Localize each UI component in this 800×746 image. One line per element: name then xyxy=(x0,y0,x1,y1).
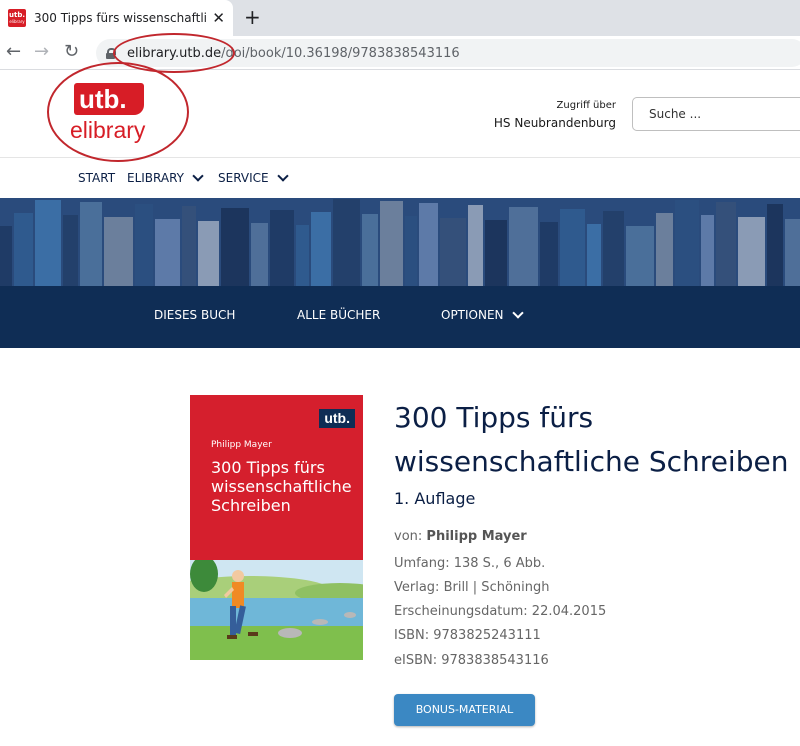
book-spine xyxy=(135,204,153,286)
book-spine xyxy=(738,217,765,286)
book-title-line1: 300 Tipps fürs xyxy=(394,401,594,434)
nav-item-label: SERVICE xyxy=(218,171,269,185)
cover-author: Philipp Mayer xyxy=(211,440,272,450)
book-extent: Umfang: 138 S., 6 Abb. xyxy=(394,556,546,571)
book-spine xyxy=(380,201,403,286)
chevron-down-icon xyxy=(192,169,204,182)
book-spine xyxy=(155,219,180,286)
author-name[interactable]: Philipp Mayer xyxy=(426,529,526,544)
back-arrow-icon[interactable]: ← xyxy=(6,42,21,62)
favicon-top: utb. xyxy=(9,11,25,19)
cover-illustration xyxy=(190,560,363,660)
book-spine xyxy=(626,226,654,286)
bonus-material-button[interactable]: BONUS-MATERIAL xyxy=(394,694,535,726)
author-prefix: von: xyxy=(394,529,423,544)
book-spine xyxy=(716,202,736,286)
annotation-circle-logo xyxy=(47,62,189,162)
book-spine xyxy=(405,216,417,286)
main-navigation: START ELIBRARY SERVICE xyxy=(0,158,800,198)
book-spine xyxy=(701,215,714,286)
tab-title: 300 Tipps fürs wissenschaftliche Schreib… xyxy=(34,11,206,25)
book-eisbn: eISBN: 9783838543116 xyxy=(394,653,549,668)
book-spine xyxy=(656,213,673,286)
new-tab-icon[interactable]: + xyxy=(244,6,261,28)
book-spine xyxy=(104,217,133,286)
book-spine xyxy=(509,207,538,286)
subnav-item-label: OPTIONEN xyxy=(441,308,504,322)
book-spine xyxy=(198,221,219,286)
chevron-down-icon xyxy=(276,169,289,182)
book-spine xyxy=(540,222,558,286)
access-label: Zugriff über xyxy=(556,100,616,111)
cover-title: 300 Tipps fürs wissenschaftliche Schreib… xyxy=(211,458,352,515)
book-spine xyxy=(362,214,378,286)
book-title: 300 Tipps fürs wissenschaftliche Schreib… xyxy=(394,396,800,484)
book-spine xyxy=(182,206,196,286)
book-spine xyxy=(221,208,249,286)
nav-item-label: START xyxy=(78,171,116,185)
nav-item-elibrary[interactable]: ELIBRARY xyxy=(127,169,204,185)
institution-access: Zugriff über HS Neubrandenburg xyxy=(494,100,616,130)
book-cover-image[interactable]: utb. Philipp Mayer 300 Tipps fürs wissen… xyxy=(190,395,363,660)
subnav-item-label: ALLE BÜCHER xyxy=(297,308,381,322)
search-input[interactable]: Suche ... xyxy=(632,97,800,131)
book-title-line2: wissenschaftliche Schreiben xyxy=(394,445,789,478)
subnav-item-label: DIESES BUCH xyxy=(154,308,236,322)
book-isbn: ISBN: 9783825243111 xyxy=(394,628,541,643)
book-spine xyxy=(440,218,466,286)
book-spine xyxy=(296,225,309,286)
subnav-item-this-book[interactable]: DIESES BUCH xyxy=(154,308,235,322)
book-spine xyxy=(251,223,268,286)
book-publication-date: Erscheinungsdatum: 22.04.2015 xyxy=(394,604,607,619)
book-spine xyxy=(35,200,61,286)
book-spine xyxy=(603,211,624,286)
book-subnavigation: DIESES BUCH ALLE BÜCHER OPTIONEN xyxy=(0,286,800,348)
close-tab-icon[interactable]: ✕ xyxy=(212,9,225,27)
book-edition: 1. Auflage xyxy=(394,489,476,508)
chevron-down-icon xyxy=(511,306,524,319)
book-spine xyxy=(485,220,507,286)
book-spine xyxy=(675,200,699,286)
book-spine xyxy=(0,226,12,286)
url-path: /doi/book/10.36198/9783838543116 xyxy=(221,45,460,61)
book-spine xyxy=(63,215,78,286)
cover-publisher-badge: utb. xyxy=(319,409,355,428)
book-publisher: Verlag: Brill | Schöningh xyxy=(394,580,550,595)
book-spine xyxy=(311,212,331,286)
book-spine xyxy=(468,205,483,286)
nav-item-label: ELIBRARY xyxy=(127,171,184,185)
access-institution: HS Neubrandenburg xyxy=(493,116,616,130)
reload-icon[interactable]: ↻ xyxy=(64,42,79,62)
subnav-item-options[interactable]: OPTIONEN xyxy=(441,306,524,322)
book-spine xyxy=(767,204,783,286)
bookshelf-banner xyxy=(0,198,800,286)
book-spine xyxy=(270,210,294,286)
utb-favicon-icon: utb. elibrary xyxy=(8,9,26,27)
book-spine xyxy=(80,202,102,286)
book-spine xyxy=(560,209,585,286)
book-spine xyxy=(785,219,800,286)
subnav-item-all-books[interactable]: ALLE BÜCHER xyxy=(297,308,380,322)
favicon-sub: elibrary xyxy=(9,19,25,24)
book-spine xyxy=(419,203,438,286)
book-author: von: Philipp Mayer xyxy=(394,529,527,544)
forward-arrow-icon[interactable]: → xyxy=(34,42,49,62)
nav-item-service[interactable]: SERVICE xyxy=(218,169,289,185)
browser-tab[interactable]: utb. elibrary 300 Tipps fürs wissenschaf… xyxy=(0,0,233,36)
nav-item-start[interactable]: START xyxy=(78,171,115,185)
book-spine xyxy=(14,213,33,286)
book-spine xyxy=(333,199,360,286)
book-spine xyxy=(587,224,601,286)
browser-tabbar: utb. elibrary 300 Tipps fürs wissenschaf… xyxy=(0,0,800,36)
